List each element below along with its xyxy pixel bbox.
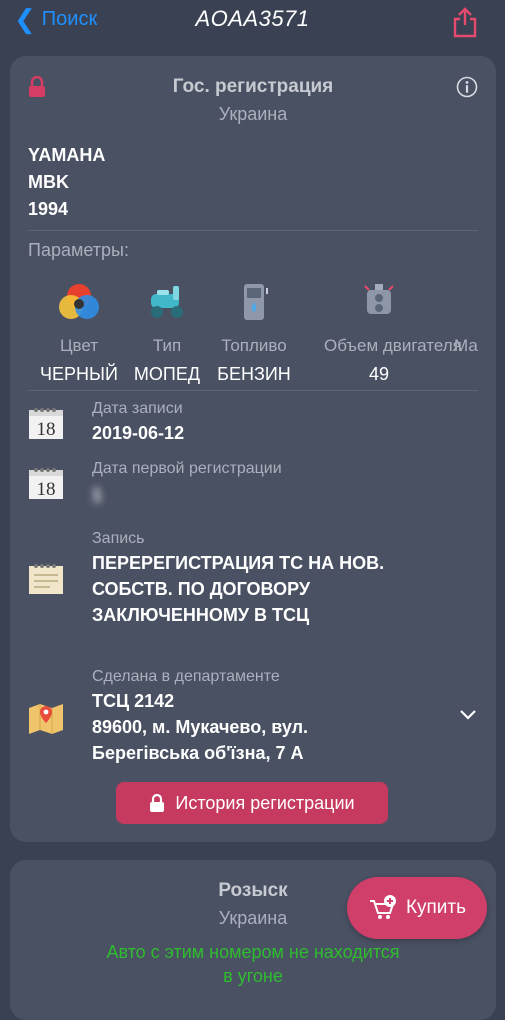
- registration-country: Украина: [218, 104, 288, 124]
- page-title: AOAA3571: [195, 6, 310, 31]
- param-partial: Ма: [454, 278, 484, 356]
- record-row: Запись ПЕРЕРЕГИСТРАЦИЯ ТС НА НОВ. СОБСТВ…: [28, 530, 478, 630]
- param-value: 49: [368, 364, 390, 384]
- department-line: Берегівська об'їзна, 7 А: [92, 743, 304, 763]
- param-engine: Объем двигателя 49: [324, 278, 462, 385]
- map-pin-icon: [29, 704, 63, 734]
- record-value: ПЕРЕРЕГИСТРАЦИЯ ТС НА НОВ. СОБСТВ. ПО ДО…: [92, 550, 384, 628]
- first-registration-row: 18 Дата первой регистрации 1: [28, 460, 478, 516]
- vehicle-year: 1994: [28, 199, 69, 219]
- param-label: Объем двигателя: [324, 336, 462, 355]
- params-scroller[interactable]: Цвет ЧЕРНЫЙ Тип МОПЕД Топливо БЕНЗИН Объ…: [24, 278, 484, 398]
- department-value: ТСЦ 2142 89600, м. Мукачево, вул. Берегі…: [92, 688, 308, 766]
- divider: [28, 230, 478, 231]
- record-line: ПЕРЕРЕГИСТРАЦИЯ ТС НА НОВ.: [92, 553, 385, 573]
- history-button[interactable]: История регистрации: [116, 782, 388, 824]
- vehicle-brand: YAMAHA: [28, 145, 106, 165]
- registration-title: Гос. регистрация: [172, 76, 334, 97]
- scooter-icon: [151, 286, 183, 318]
- chevron-down-icon[interactable]: [458, 708, 478, 722]
- param-label: Ма: [454, 336, 478, 355]
- divider: [28, 390, 478, 391]
- department-row[interactable]: Сделана в департаменте ТСЦ 2142 89600, м…: [28, 668, 478, 778]
- param-label: Топливо: [221, 336, 287, 355]
- registration-card: Гос. регистрация Украина YAMAHA MBK 1994…: [10, 56, 496, 842]
- department-line: 89600, м. Мукачево, вул.: [92, 717, 309, 737]
- calendar-icon: 18: [29, 468, 63, 500]
- calendar-day: 18: [37, 479, 56, 500]
- info-icon[interactable]: [456, 76, 478, 98]
- department-label: Сделана в департаменте: [92, 668, 280, 685]
- first-registration-value: 1: [92, 485, 103, 505]
- wanted-status-line: в угоне: [223, 966, 283, 986]
- top-nav: ❮ Поиск AOAA3571: [0, 0, 505, 44]
- share-icon[interactable]: [451, 6, 479, 38]
- wanted-status-line: Авто с этим номером не находится: [106, 942, 400, 962]
- record-line: ЗАКЛЮЧЕННОМУ В ТСЦ: [92, 605, 310, 625]
- lock-icon: [150, 793, 165, 812]
- params-title: Параметры:: [28, 240, 129, 260]
- wanted-status: Авто с этим номером не находится в угоне: [50, 940, 456, 988]
- calendar-icon: 18: [29, 408, 63, 440]
- color-wheel-icon: [59, 284, 99, 319]
- first-registration-label: Дата первой регистрации: [92, 460, 282, 477]
- engine-icon: [364, 284, 394, 314]
- buy-button-label: Купить: [405, 897, 467, 918]
- param-fuel: Топливо БЕНЗИН: [199, 278, 309, 385]
- vehicle-model: MBK: [28, 172, 69, 192]
- add-to-cart-icon: [369, 895, 396, 919]
- vehicle-info: YAMAHA MBK 1994: [28, 142, 105, 223]
- history-button-label: История регистрации: [175, 792, 355, 813]
- buy-button[interactable]: Купить: [347, 877, 487, 939]
- param-value: БЕНЗИН: [217, 364, 291, 384]
- record-line: СОБСТВ. ПО ДОГОВОРУ: [92, 579, 311, 599]
- record-date-label: Дата записи: [92, 400, 183, 417]
- document-icon: [29, 564, 63, 594]
- calendar-day: 18: [37, 419, 56, 440]
- department-line: ТСЦ 2142: [92, 691, 175, 711]
- record-date-row: 18 Дата записи 2019-06-12: [28, 400, 478, 456]
- record-label: Запись: [92, 530, 145, 547]
- record-date-value: 2019-06-12: [92, 423, 185, 443]
- fuel-pump-icon: [244, 284, 268, 320]
